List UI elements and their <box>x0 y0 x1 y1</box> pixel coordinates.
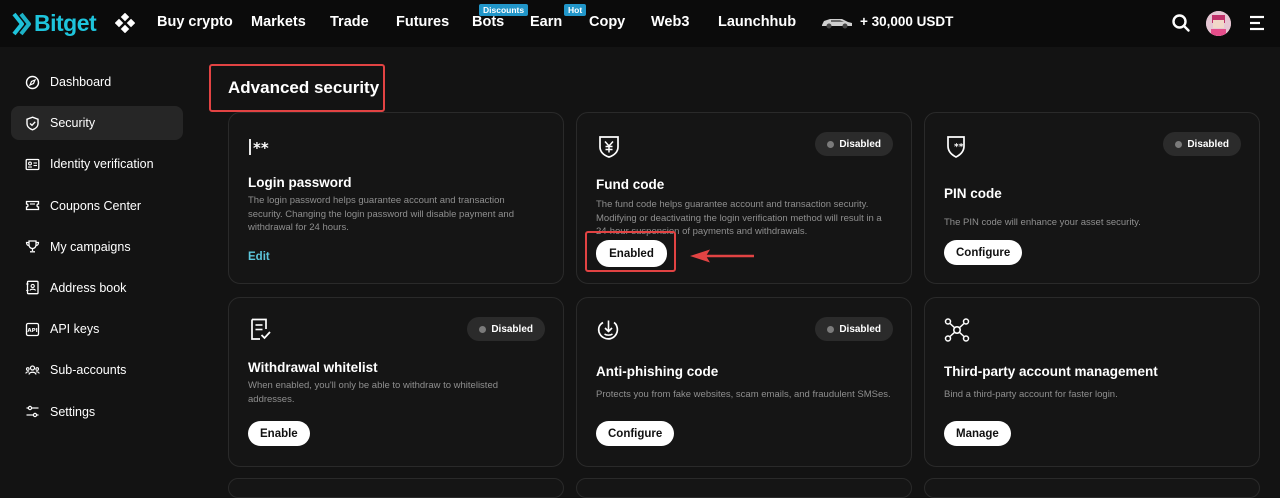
partial-card <box>576 478 912 498</box>
sidebar-item-label: Settings <box>50 404 96 419</box>
anti-phishing-card: Disabled Anti-phishing code Protects you… <box>576 297 912 467</box>
card-title: Withdrawal whitelist <box>248 360 378 375</box>
sidebar-item-my-campaigns[interactable]: My campaigns <box>11 230 183 264</box>
anti-phishing-icon <box>597 320 619 340</box>
promo-banner[interactable]: + 30,000 USDT <box>820 14 953 29</box>
card-title: Third-party account management <box>944 364 1158 379</box>
sidebar-item-api-keys[interactable]: API API keys <box>11 312 183 346</box>
annotation-arrow-icon <box>690 249 754 263</box>
sidebar-item-label: Security <box>50 116 96 131</box>
sidebar-item-dashboard[interactable]: Dashboard <box>11 65 183 99</box>
apps-icon[interactable] <box>115 13 135 33</box>
status-badge: Disabled <box>815 317 893 341</box>
nav-trade[interactable]: Trade <box>330 14 369 30</box>
password-icon: ** <box>249 139 269 157</box>
nav-bots[interactable]: Bots <box>472 14 504 30</box>
sidebar-item-label: My campaigns <box>50 239 131 254</box>
status-dot <box>827 325 835 333</box>
sidebar-item-label: API keys <box>50 322 100 337</box>
card-description: When enabled, you'll only be able to wit… <box>248 380 499 405</box>
bitget-logo[interactable]: Bitget <box>10 10 97 37</box>
trophy-icon <box>25 239 40 254</box>
status-badge: Disabled <box>467 317 545 341</box>
edit-link[interactable]: Edit <box>248 251 270 263</box>
nav-futures[interactable]: Futures <box>396 14 449 30</box>
users-icon <box>25 363 40 378</box>
status-text: Disabled <box>1187 138 1229 150</box>
svg-text:API: API <box>27 328 37 334</box>
nav-web3[interactable]: Web3 <box>651 14 689 30</box>
card-description: The login password helps guarantee accou… <box>248 195 514 233</box>
withdrawal-whitelist-card: Disabled Withdrawal whitelist When enabl… <box>228 297 564 467</box>
status-text: Disabled <box>839 323 881 335</box>
card-description: Bind a third-party account for faster lo… <box>944 389 1118 400</box>
shield-icon <box>25 116 40 131</box>
status-badge: Disabled <box>815 132 893 156</box>
whitelist-icon <box>251 318 271 340</box>
address-book-icon <box>25 280 40 295</box>
sidebar-item-sub-accounts[interactable]: Sub-accounts <box>11 353 183 387</box>
anti-phishing-configure-button[interactable]: Configure <box>596 421 675 446</box>
sidebar-item-security[interactable]: Security <box>11 106 183 141</box>
pin-shield-icon: ** <box>947 136 965 158</box>
nav-buy-crypto[interactable]: Buy crypto <box>157 14 233 30</box>
pin-code-card: ** Disabled PIN code The PIN code will e… <box>924 112 1260 284</box>
top-navigation-bar: Bitget Buy crypto Markets Trade Futures … <box>0 0 1280 47</box>
pin-configure-button[interactable]: Configure <box>944 240 1023 265</box>
id-card-icon <box>25 157 40 172</box>
card-title: Fund code <box>596 177 665 192</box>
sidebar-item-settings[interactable]: Settings <box>11 395 183 429</box>
whitelist-enable-button[interactable]: Enable <box>248 421 310 446</box>
sidebar-item-coupons-center[interactable]: Coupons Center <box>11 189 183 223</box>
svg-text:**: ** <box>954 143 964 153</box>
sidebar-item-label: Address book <box>50 280 127 295</box>
fund-shield-icon <box>599 136 619 158</box>
partial-card <box>228 478 564 498</box>
third-party-account-card: Third-party account management Bind a th… <box>924 297 1260 467</box>
third-party-manage-button[interactable]: Manage <box>944 421 1011 446</box>
card-title: PIN code <box>944 186 1002 201</box>
sidebar-item-label: Coupons Center <box>50 198 142 213</box>
car-icon <box>822 18 852 28</box>
status-dot <box>479 325 487 333</box>
status-dot <box>1175 140 1183 148</box>
status-text: Disabled <box>839 138 881 150</box>
sidebar-item-label: Sub-accounts <box>50 363 127 378</box>
svg-text:**: ** <box>253 139 269 157</box>
status-dot <box>827 140 835 148</box>
nav-copy[interactable]: Copy <box>589 14 625 30</box>
avatar-image <box>1206 11 1231 36</box>
logo-text: Bitget <box>34 10 97 36</box>
status-badge: Disabled <box>1163 132 1241 156</box>
coupon-icon <box>25 198 40 213</box>
card-description: The PIN code will enhance your asset sec… <box>944 217 1141 228</box>
api-key-icon: API <box>25 322 40 337</box>
avatar[interactable] <box>1206 11 1231 36</box>
nav-launchhub[interactable]: Launchhub <box>718 14 796 30</box>
sidebar-item-label: Dashboard <box>50 75 112 89</box>
hot-badge: Hot <box>564 4 587 16</box>
sidebar: Dashboard Security Identity verification… <box>11 65 183 436</box>
sidebar-item-address-book[interactable]: Address book <box>11 271 183 305</box>
bitget-logo-icon <box>12 12 31 35</box>
promo-text: + 30,000 USDT <box>860 14 954 29</box>
network-nodes-icon <box>944 318 970 342</box>
card-title: Anti-phishing code <box>596 364 719 379</box>
page-title: Advanced security <box>228 78 380 97</box>
compass-icon <box>25 75 40 90</box>
login-password-card: ** Login password The login password hel… <box>228 112 564 284</box>
sliders-icon <box>25 404 40 419</box>
search-icon[interactable] <box>1171 12 1191 34</box>
menu-icon[interactable] <box>1248 12 1266 34</box>
sidebar-item-identity-verification[interactable]: Identity verification <box>11 147 183 181</box>
partial-card <box>924 478 1260 498</box>
sidebar-item-label: Identity verification <box>50 157 154 172</box>
nav-earn[interactable]: Earn <box>530 14 562 30</box>
card-title: Login password <box>248 175 352 190</box>
card-description: Protects you from fake websites, scam em… <box>596 389 891 400</box>
nav-markets[interactable]: Markets <box>251 14 306 30</box>
fund-code-enabled-button[interactable]: Enabled <box>596 240 667 267</box>
status-text: Disabled <box>491 323 533 335</box>
